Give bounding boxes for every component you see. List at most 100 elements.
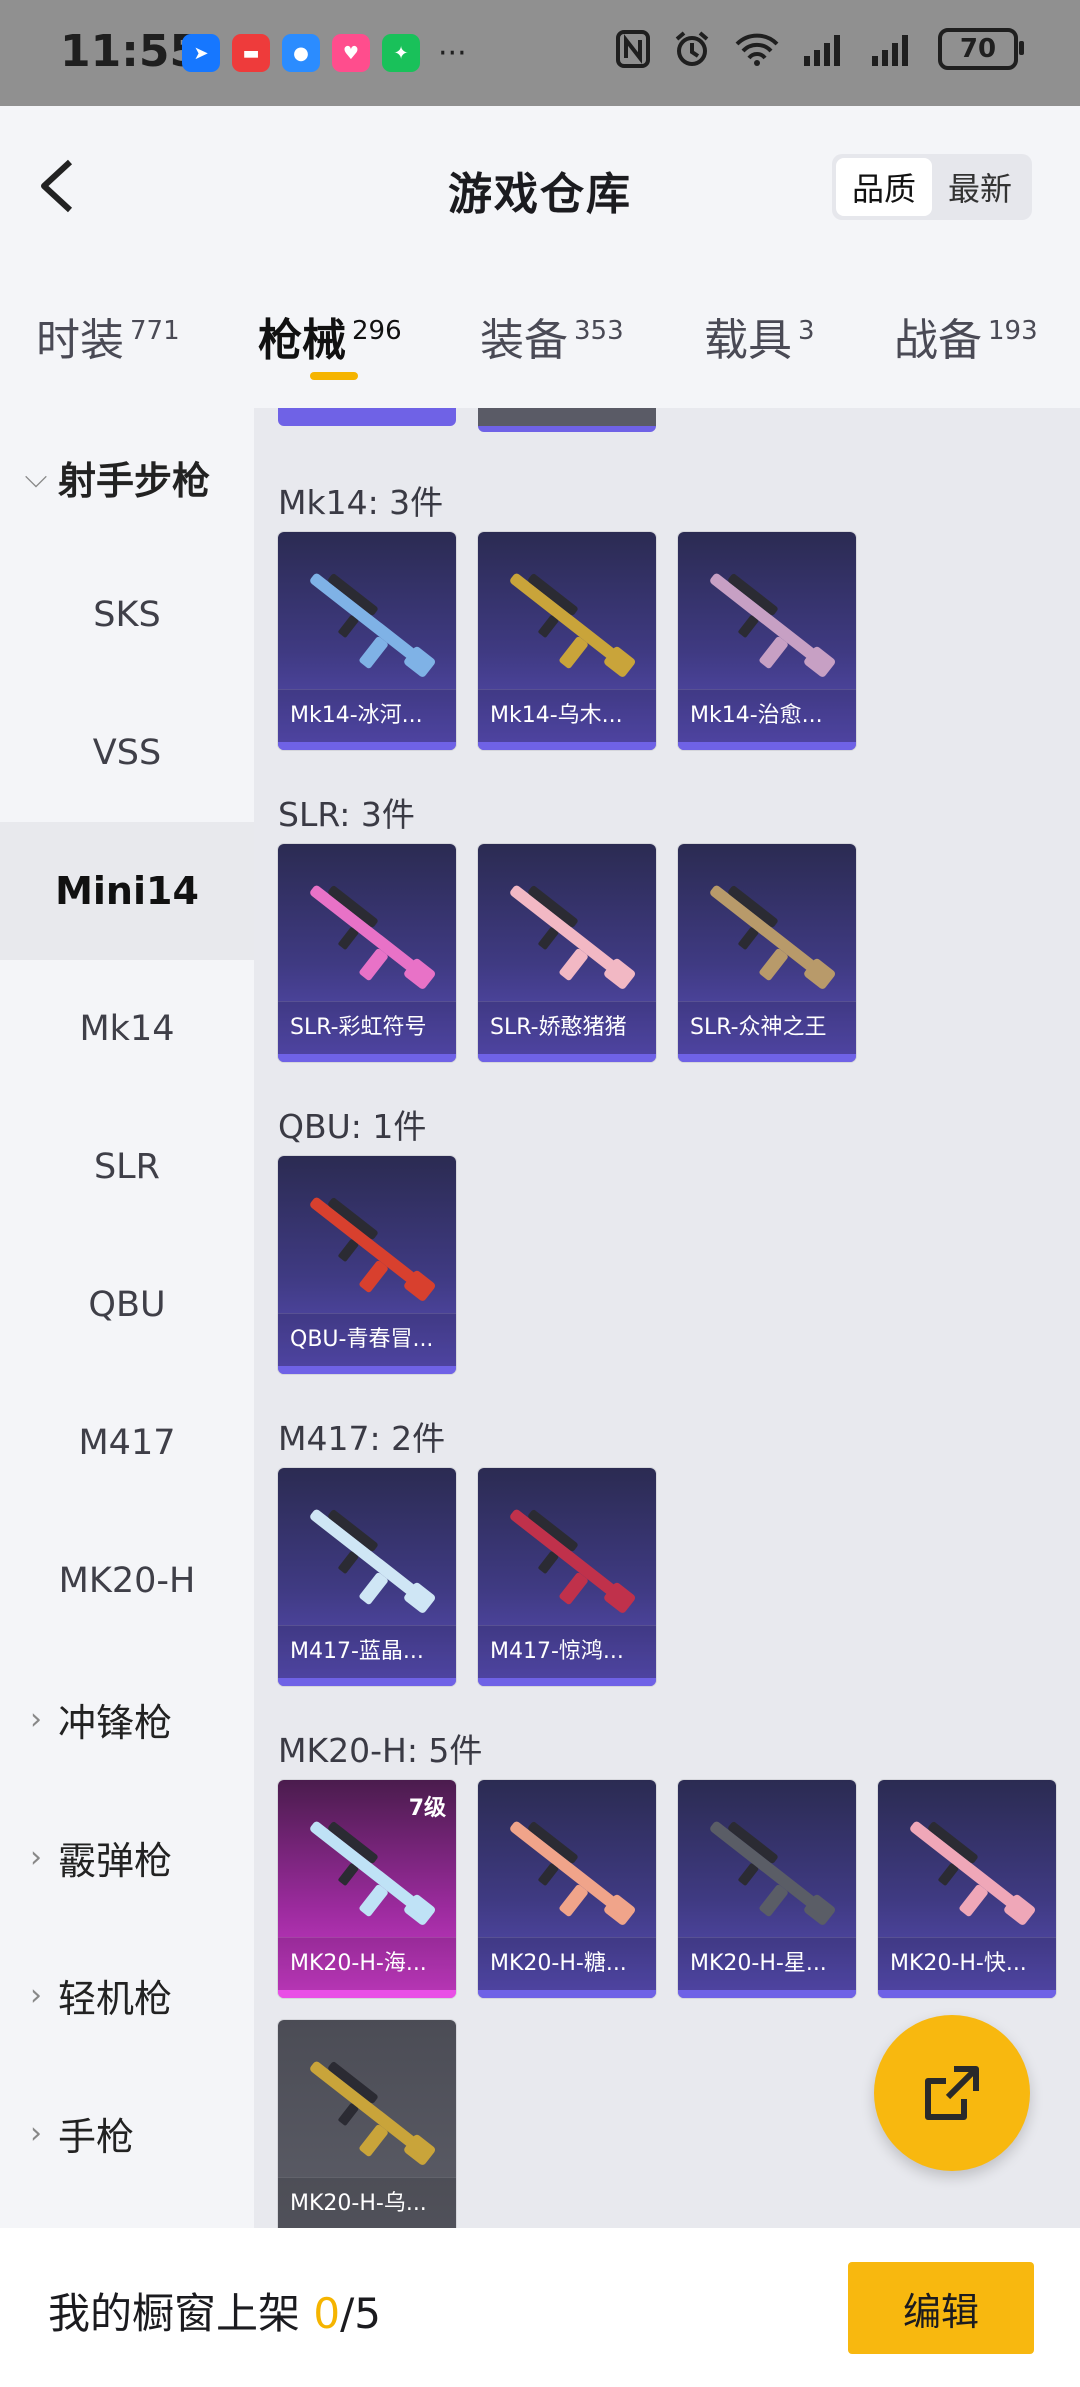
tab-count: 353 (574, 316, 624, 347)
rifle-icon (710, 1821, 836, 1925)
skin-card[interactable]: SLR-彩虹符号 (278, 844, 456, 1062)
tab-costume[interactable]: 时装 771 (36, 304, 180, 368)
rifle-icon (510, 1509, 636, 1613)
tab-label: 时装 (36, 315, 124, 366)
skin-name: MK20-H-糖... (478, 1937, 656, 1990)
showcase-total: /5 (340, 2289, 381, 2338)
sidebar-item-slr[interactable]: SLR (0, 1098, 254, 1236)
rifle-icon (510, 885, 636, 989)
rifle-icon (310, 1509, 436, 1613)
skin-card[interactable]: MK20-H-快... (878, 1780, 1056, 1998)
rifle-icon (310, 1197, 436, 1301)
sidebar-group-smg[interactable]: › 冲锋枪 (0, 1650, 254, 1788)
section-title: SLR: 3件 (278, 795, 415, 834)
battery-icon: 70 (938, 28, 1024, 70)
status-bar: 11:55 ➤ ▬ ● ♥ ✦ ··· 70 (0, 0, 1080, 106)
section-title: MK20-H: 5件 (278, 1731, 483, 1770)
rifle-icon (910, 1821, 1036, 1925)
skin-name: SLR-彩虹符号 (278, 1001, 456, 1054)
sidebar-item-sks[interactable]: SKS (0, 546, 254, 684)
sidebar-item-vss[interactable]: VSS (0, 684, 254, 822)
header: 游戏仓库 品质 最新 (0, 106, 1080, 266)
skin-name: Mk14-冰河... (278, 689, 456, 742)
tab-label: 装备 (480, 315, 568, 366)
wechat-icon: ✦ (382, 34, 420, 72)
skin-card[interactable]: SLR-娇憨猪猪 (478, 844, 656, 1062)
sidebar-group-shotgun[interactable]: › 霰弹枪 (0, 1788, 254, 1926)
sidebar-group-label: 轻机枪 (58, 1976, 173, 2021)
skin-card[interactable]: M417-惊鸿... (478, 1468, 656, 1686)
chevron-right-icon: › (30, 1701, 42, 1737)
partial-card (478, 408, 656, 432)
maps-icon: ➤ (182, 34, 220, 72)
chevron-right-icon: › (30, 1839, 42, 1875)
share-button[interactable] (874, 2015, 1030, 2171)
skin-card[interactable]: Mk14-冰河... (278, 532, 456, 750)
rifle-icon (310, 573, 436, 677)
sidebar-item-qbu[interactable]: QBU (0, 1236, 254, 1374)
rifle-icon (310, 885, 436, 989)
pink-app-icon: ♥ (332, 34, 370, 72)
tab-vehicles[interactable]: 载具 3 (704, 304, 815, 368)
bottom-bar: 我的橱窗上架 0/5 编辑 (0, 2228, 1080, 2387)
tab-count: 193 (988, 316, 1038, 347)
skin-name: SLR-娇憨猪猪 (478, 1001, 656, 1054)
sidebar-group-marksman-rifles[interactable]: ⌵ 射手步枪 (0, 408, 254, 546)
alarm-icon (675, 31, 709, 66)
sidebar-group-label: 手枪 (58, 2114, 135, 2159)
sort-newest-option[interactable]: 最新 (932, 158, 1028, 216)
section-title: M417: 2件 (278, 1419, 446, 1458)
sort-quality-option[interactable]: 品质 (836, 158, 932, 216)
skin-grid: Mk14: 3件 Mk14-冰河... Mk14-乌木... Mk14-治愈... SL… (254, 408, 1080, 2228)
signal-icon-1 (804, 35, 840, 66)
active-tab-indicator (310, 372, 358, 380)
skin-card[interactable]: QBU-青春冒... (278, 1156, 456, 1374)
sidebar-item-mini14[interactable]: Mini14 (0, 822, 254, 960)
tab-count: 3 (798, 316, 815, 347)
section-title: Mk14: 3件 (278, 483, 444, 522)
showcase-current: 0 (313, 2289, 341, 2338)
share-icon (925, 2066, 979, 2120)
tab-firearms[interactable]: 枪械 296 (258, 304, 402, 368)
skin-name: MK20-H-乌... (278, 2177, 456, 2228)
tab-label: 战备 (894, 315, 982, 366)
red-app-icon: ▬ (232, 34, 270, 72)
skin-card[interactable]: Mk14-乌木... (478, 532, 656, 750)
sidebar-group-label: 冲锋枪 (58, 1700, 173, 1745)
skin-card[interactable]: M417-蓝晶... (278, 1468, 456, 1686)
skin-card[interactable]: MK20-H-乌... (278, 2020, 456, 2228)
rifle-icon (710, 885, 836, 989)
skin-card[interactable]: MK20-H-星... (678, 1780, 856, 1998)
tab-count: 771 (130, 316, 180, 347)
notification-icons: ➤ ▬ ● ♥ ✦ ··· (182, 34, 467, 72)
sort-toggle[interactable]: 品质 最新 (832, 154, 1032, 220)
sidebar-item-mk20h[interactable]: MK20-H (0, 1512, 254, 1650)
tab-count: 296 (352, 316, 402, 347)
showcase-label: 我的橱窗上架 (48, 2289, 301, 2338)
weapon-category-sidebar: ⌵ 射手步枪 SKS VSS Mini14 Mk14 SLR QBU M417 … (0, 408, 254, 2228)
tab-supplies[interactable]: 战备 193 (894, 304, 1038, 368)
skin-card[interactable]: SLR-众神之王 (678, 844, 856, 1062)
level-badge: 7级 (408, 1796, 446, 1821)
sidebar-group-label: 射手步枪 (58, 458, 211, 503)
tab-label: 载具 (704, 315, 792, 366)
skin-card[interactable]: MK20-H-糖... (478, 1780, 656, 1998)
sidebar-item-mk14[interactable]: Mk14 (0, 960, 254, 1098)
edit-button[interactable]: 编辑 (848, 2262, 1034, 2354)
skin-card[interactable]: Mk14-治愈... (678, 532, 856, 750)
skin-card[interactable]: 7级 MK20-H-海... (278, 1780, 456, 1998)
skin-name: Mk14-乌木... (478, 689, 656, 742)
sidebar-group-lmg[interactable]: › 轻机枪 (0, 1926, 254, 2064)
skin-name: MK20-H-海... (278, 1937, 456, 1990)
sidebar-group-label: 霰弹枪 (58, 1838, 173, 1883)
sidebar-group-pistol[interactable]: › 手枪 (0, 2064, 254, 2202)
tab-equipment[interactable]: 装备 353 (480, 304, 624, 368)
sidebar-item-m417[interactable]: M417 (0, 1374, 254, 1512)
rifle-icon (510, 573, 636, 677)
skin-name: M417-惊鸿... (478, 1625, 656, 1678)
showcase-status: 我的橱窗上架 0/5 (48, 2280, 381, 2341)
skin-name: Mk14-治愈... (678, 689, 856, 742)
skin-name: MK20-H-快... (878, 1937, 1056, 1990)
chevron-right-icon: › (30, 1977, 42, 2013)
skin-name: M417-蓝晶... (278, 1625, 456, 1678)
